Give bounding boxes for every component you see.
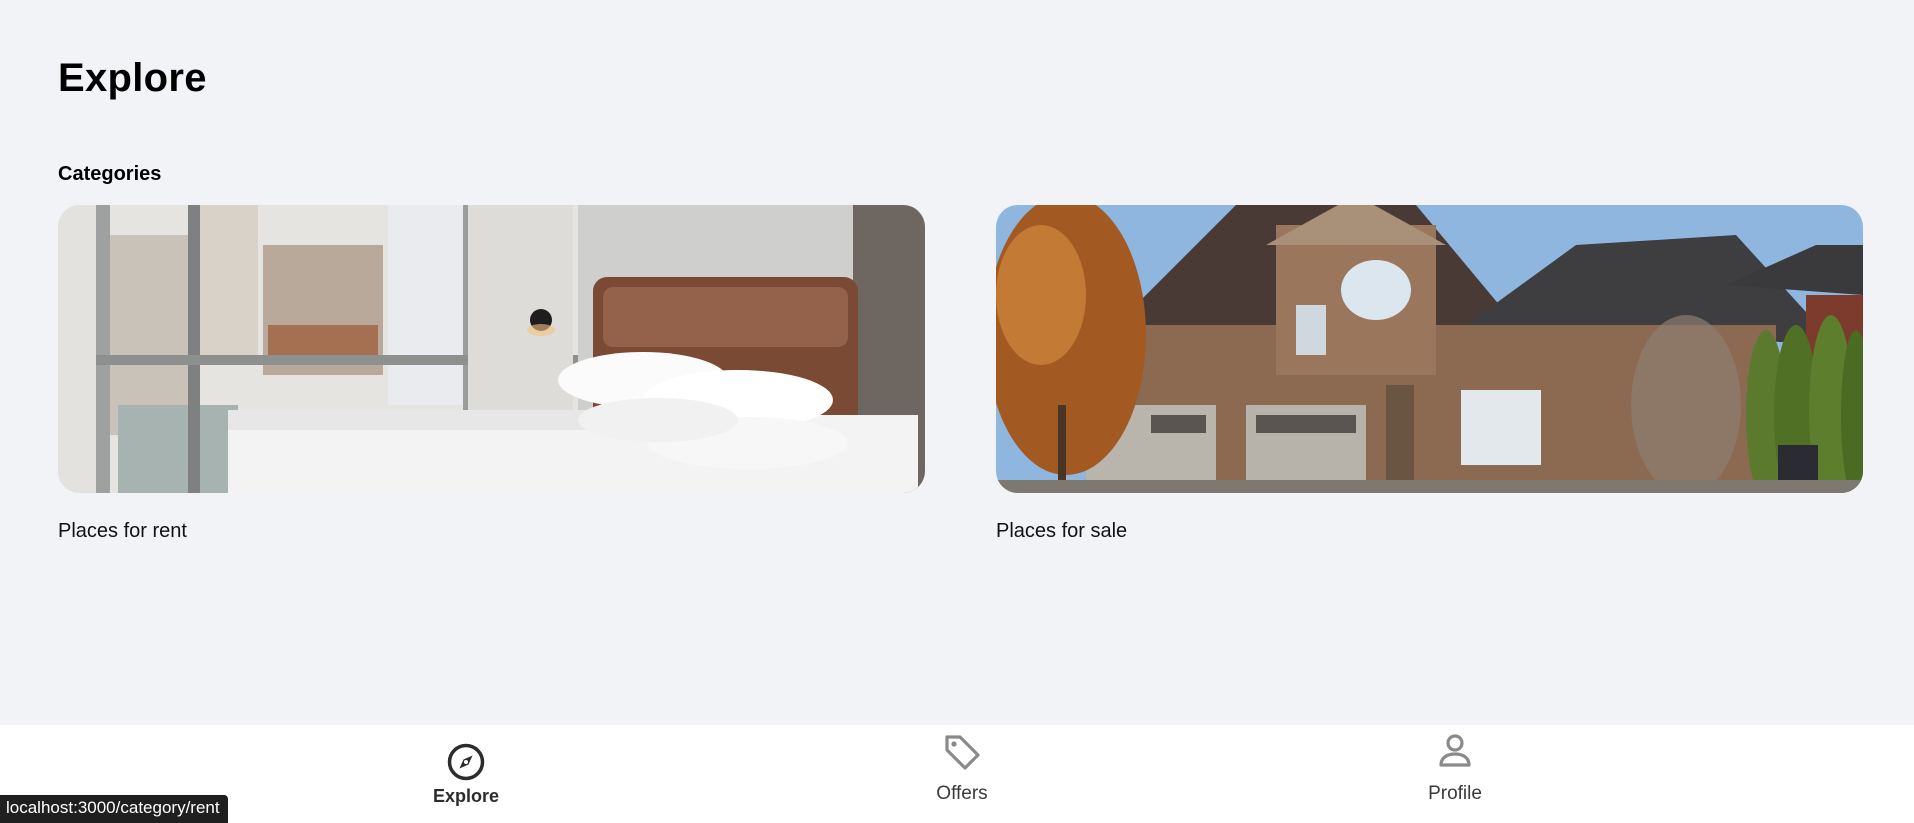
nav-label-explore: Explore: [432, 786, 500, 806]
page-title: Explore: [58, 56, 207, 100]
explore-page: Explore Categories Places for rent Place…: [0, 0, 1914, 823]
bottom-navigation: Explore Offers Profile: [0, 725, 1914, 823]
person-icon: [1439, 734, 1471, 767]
compass-icon: [447, 743, 485, 781]
rent-category-image[interactable]: [58, 205, 925, 493]
nav-explore[interactable]: Explore: [366, 725, 566, 823]
nav-label-offers: Offers: [936, 783, 988, 804]
status-bar-url: localhost:3000/category/rent: [0, 795, 228, 823]
nav-label-profile: Profile: [1428, 783, 1482, 804]
category-card-rent[interactable]: Places for rent: [58, 205, 925, 543]
nav-profile[interactable]: Profile: [1355, 725, 1555, 823]
category-label-rent[interactable]: Places for rent: [58, 520, 925, 543]
sale-category-image[interactable]: [996, 205, 1863, 493]
category-card-sale[interactable]: Places for sale: [996, 205, 1863, 543]
tag-icon: [945, 735, 980, 770]
category-label-sale[interactable]: Places for sale: [996, 520, 1863, 543]
categories-heading: Categories: [58, 163, 162, 185]
nav-offers[interactable]: Offers: [862, 725, 1062, 823]
